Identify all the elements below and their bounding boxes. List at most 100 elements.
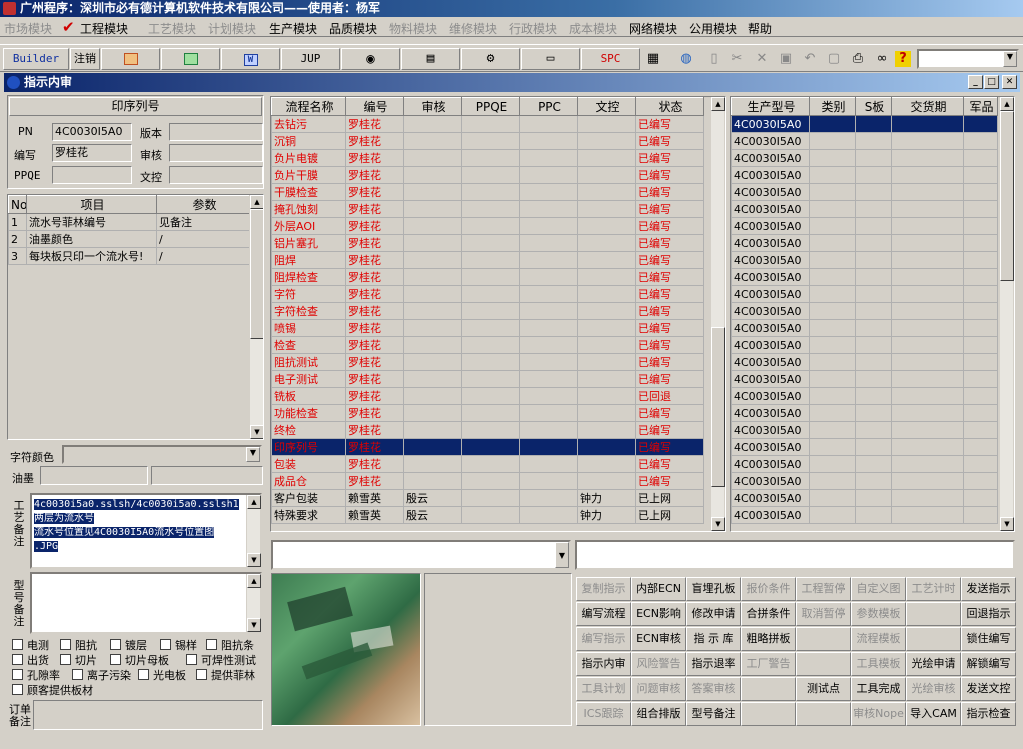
table-row[interactable]: 印序列号 罗桂花 已编写: [271, 438, 704, 456]
version-field[interactable]: [169, 123, 263, 141]
action-button-指示内审[interactable]: 指示内审: [576, 652, 631, 676]
note-input[interactable]: [575, 540, 1015, 570]
new-file-icon[interactable]: ▯: [706, 51, 722, 67]
calculator-icon[interactable]: ▦: [645, 51, 661, 67]
table-row[interactable]: 干膜检查 罗桂花 已编写: [271, 183, 704, 201]
process-column-header[interactable]: 流程名称: [271, 97, 346, 116]
action-button-流程模板[interactable]: 流程模板: [851, 627, 906, 651]
action-button-问题审核[interactable]: 问题审核: [631, 677, 686, 701]
process-column-header[interactable]: 审核: [403, 97, 462, 116]
table-row[interactable]: 2 油墨颜色 /: [8, 230, 251, 248]
scroll-down-icon[interactable]: ▼: [1000, 517, 1014, 531]
action-button-ECN影响[interactable]: ECN影响: [631, 602, 686, 626]
menu-item-9[interactable]: 成本模块: [569, 20, 617, 37]
model-note-memo[interactable]: ▲ ▼: [30, 572, 262, 634]
table-row[interactable]: 阻焊 罗桂花 已编写: [271, 251, 704, 269]
process-column-header[interactable]: 状态: [635, 97, 704, 116]
action-button-风险警告[interactable]: 风险警告: [631, 652, 686, 676]
action-button-empty[interactable]: [741, 702, 796, 726]
table-row[interactable]: 4C0030I5A0: [731, 506, 998, 524]
process-column-header[interactable]: 文控: [577, 97, 636, 116]
action-button-工程暂停[interactable]: 工程暂停: [796, 577, 851, 601]
action-button-型号备注[interactable]: 型号备注: [686, 702, 741, 726]
checkbox-离子污染[interactable]: 离子污染: [72, 667, 131, 683]
table-row[interactable]: 4C0030I5A0: [731, 132, 998, 150]
pn-field[interactable]: 4C0030I5A0: [52, 123, 132, 141]
table-row[interactable]: 4C0030I5A0: [731, 370, 998, 388]
doc-control-field[interactable]: [169, 166, 263, 184]
ink-field-2[interactable]: [151, 466, 263, 485]
table-row[interactable]: 特殊要求 赖雪英 殷云 钟力 已上网: [271, 506, 704, 524]
param-column-header[interactable]: 参数: [156, 195, 251, 214]
scroll-thumb[interactable]: [1000, 111, 1014, 281]
action-button-报价条件[interactable]: 报价条件: [741, 577, 796, 601]
table-row[interactable]: 喷锡 罗桂花 已编写: [271, 319, 704, 337]
checkbox-box[interactable]: [160, 639, 171, 650]
table-row[interactable]: 4C0030I5A0: [731, 421, 998, 439]
menu-item-6[interactable]: 物料模块: [389, 20, 437, 37]
checkbox-box[interactable]: [206, 639, 217, 650]
action-button-empty[interactable]: [796, 702, 851, 726]
checkbox-box[interactable]: [72, 669, 83, 680]
table-row[interactable]: 4C0030I5A0: [731, 438, 998, 456]
action-button-工具模板[interactable]: 工具模板: [851, 652, 906, 676]
spc-button[interactable]: SPC: [581, 48, 640, 70]
checkbox-box[interactable]: [186, 654, 197, 665]
action-button-光绘审核[interactable]: 光绘审核: [906, 677, 961, 701]
table-row[interactable]: 4C0030I5A0: [731, 353, 998, 371]
checkbox-box[interactable]: [138, 669, 149, 680]
maximize-button[interactable]: □: [984, 75, 999, 89]
scroll-up-icon[interactable]: ▲: [247, 574, 261, 588]
table-row[interactable]: 4C0030I5A0: [731, 319, 998, 337]
checkbox-box[interactable]: [110, 654, 121, 665]
table-row[interactable]: 4C0030I5A0: [731, 336, 998, 354]
table-row[interactable]: 成品仓 罗桂花 已编写: [271, 472, 704, 490]
process-table-scrollbar[interactable]: ▲ ▼: [710, 97, 725, 531]
editor-field[interactable]: 罗桂花: [52, 144, 132, 162]
binoculars-icon[interactable]: ∞: [874, 51, 890, 67]
action-button-修改申请[interactable]: 修改申请: [686, 602, 741, 626]
table-row[interactable]: 4C0030I5A0: [731, 455, 998, 473]
checkbox-box[interactable]: [60, 654, 71, 665]
table-row[interactable]: 字符检查 罗桂花 已编写: [271, 302, 704, 320]
menu-item-7[interactable]: 维修模块: [449, 20, 497, 37]
table-row[interactable]: 外层AOI 罗桂花 已编写: [271, 217, 704, 235]
checkbox-box[interactable]: [110, 639, 121, 650]
process-column-header[interactable]: 编号: [345, 97, 404, 116]
minimize-button[interactable]: _: [968, 75, 983, 89]
action-button-工具计划[interactable]: 工具计划: [576, 677, 631, 701]
craft-note-scrollbar[interactable]: ▲ ▼: [246, 495, 261, 567]
menu-item-8[interactable]: 行政模块: [509, 20, 557, 37]
table-row[interactable]: 包装 罗桂花 已编写: [271, 455, 704, 473]
checkbox-可焊性测试[interactable]: 可焊性测试: [186, 652, 256, 668]
eye-button[interactable]: ◉: [341, 48, 400, 70]
checkbox-box[interactable]: [12, 684, 23, 695]
table-row[interactable]: 阻焊检查 罗桂花 已编写: [271, 268, 704, 286]
table-row[interactable]: 客户包装 赖雪英 殷云 钟力 已上网: [271, 489, 704, 507]
action-button-编写指示[interactable]: 编写指示: [576, 627, 631, 651]
preview-icon[interactable]: ▢: [826, 51, 842, 67]
action-button-发送文控[interactable]: 发送文控: [961, 677, 1016, 701]
menu-item-2[interactable]: 工艺模块: [148, 20, 196, 37]
table-row[interactable]: 4C0030I5A0: [731, 234, 998, 252]
cut-icon[interactable]: ✂: [729, 51, 745, 67]
table-row[interactable]: 4C0030I5A0: [731, 404, 998, 422]
excel-button[interactable]: [161, 48, 220, 70]
action-button-empty[interactable]: [741, 677, 796, 701]
action-button-编写流程[interactable]: 编写流程: [576, 602, 631, 626]
checkbox-提供菲林[interactable]: 提供菲林: [196, 667, 255, 683]
table-row[interactable]: 4C0030I5A0: [731, 472, 998, 490]
action-button-发送指示[interactable]: 发送指示: [961, 577, 1016, 601]
action-button-工艺计时[interactable]: 工艺计时: [906, 577, 961, 601]
checkbox-阻抗[interactable]: 阻抗: [60, 637, 97, 653]
action-button-组合排版[interactable]: 组合排版: [631, 702, 686, 726]
computer-button[interactable]: ▭: [521, 48, 580, 70]
action-button-指示检查[interactable]: 指示检查: [961, 702, 1016, 726]
save-icon[interactable]: ▣: [778, 51, 794, 67]
table-row[interactable]: 电子测试 罗桂花 已编写: [271, 370, 704, 388]
checkbox-box[interactable]: [12, 669, 23, 680]
table-row[interactable]: 4C0030I5A0: [731, 217, 998, 235]
undo-icon[interactable]: ↶: [802, 51, 818, 67]
menu-item-0[interactable]: 市场模块: [4, 20, 52, 37]
table-row[interactable]: 4C0030I5A0: [731, 489, 998, 507]
